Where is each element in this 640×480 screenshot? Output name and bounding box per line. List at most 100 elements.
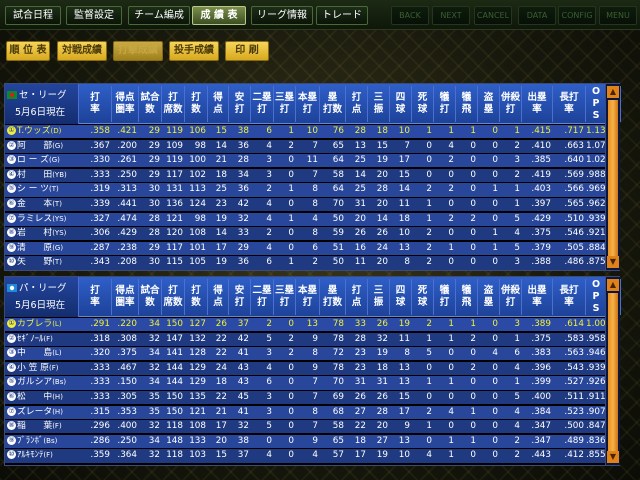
subtab-3[interactable]: 投手成績	[169, 41, 219, 61]
tab-9[interactable]: DATA	[518, 6, 556, 25]
column-header[interactable]: 犠飛	[456, 86, 478, 122]
scroll-thumb[interactable]	[608, 100, 618, 256]
tab-6[interactable]: BACK	[391, 6, 429, 25]
table-row[interactable]: ⑦ ズレータ(H) .315.353 35 150 121 21 41 3 0 8 68 27 28 17 2…	[5, 405, 619, 419]
column-header[interactable]: 得点	[208, 279, 229, 315]
tab-3[interactable]: 成 績 表	[192, 6, 246, 25]
subtab-4[interactable]: 印 刷	[225, 41, 269, 61]
table-row[interactable]: ⑧岩 村(YS) .306.429 28 120 108 14 33 2 0 8 59 26 26 10 2…	[5, 227, 619, 241]
column-header[interactable]: 安打	[229, 279, 251, 315]
tab-1[interactable]: 監督設定	[66, 6, 122, 25]
column-header[interactable]: 犠打	[434, 279, 456, 315]
column-header[interactable]: 試合数	[139, 279, 162, 315]
column-header[interactable]: 得点 圏率	[112, 279, 139, 315]
table-row[interactable]: ⑤シ ー ツ(T) .319 .313 30 131 113 25 36 2 1 8 64 25 28 14…	[5, 183, 619, 197]
column-header[interactable]: 塁打数	[320, 86, 346, 122]
column-header[interactable]: OPS	[586, 86, 607, 122]
column-header[interactable]: 打点	[346, 279, 368, 315]
stat-cell: 147	[166, 333, 183, 344]
tab-2[interactable]: チーム編成	[128, 6, 190, 25]
column-header[interactable]: 塁打数	[320, 279, 346, 315]
subtab-0[interactable]: 順 位 表	[6, 41, 50, 61]
down-arrow-icon[interactable]: ▼	[607, 256, 619, 268]
subtab-2[interactable]: 打撃成績	[113, 41, 163, 61]
column-header[interactable]: 打数	[185, 86, 208, 122]
column-header[interactable]: 死球	[412, 279, 434, 315]
column-header[interactable]: 四球	[390, 279, 412, 315]
column-header[interactable]: 打席数	[162, 86, 185, 122]
stat-cell: 0	[492, 377, 498, 388]
table-row[interactable]: ⑩矢 野(T) .343.208 30 115 105 19 36 6 1 2 50 11 20 8 2 0 0…	[5, 256, 619, 270]
up-arrow-icon[interactable]: ▲	[607, 279, 619, 291]
stat-cell: 109	[166, 140, 183, 151]
column-header-text: 出塁	[527, 92, 547, 103]
table-row[interactable]: ⑧稲 葉(F) .296 .400 32 118 108 17 32 5 0 7 58 22 20 9 1 0 0…	[5, 420, 619, 434]
column-header[interactable]: 三塁打	[274, 86, 296, 122]
tab-5[interactable]: トレード	[316, 6, 368, 25]
column-header[interactable]: 安打	[229, 86, 251, 122]
table-row[interactable]: ① カブレラ(L) .291.220 34 150 127 26 37 2 0 13 78 33 26 19…	[5, 318, 619, 332]
stat-cell: 1	[514, 199, 520, 209]
stat-cell: 35	[148, 392, 160, 402]
scroll-thumb[interactable]	[608, 293, 618, 451]
table-row[interactable]: ⑩ ｱﾙｷﾓﾝﾃ(F) .359 .364 32 118 103 15 37 4 0 4 57 17 19 1…	[5, 449, 619, 463]
column-header[interactable]: 二塁打	[251, 279, 274, 315]
table-row[interactable]: ③中 島(L) .320 .375 34 141 128 22 41 3 2 8 72 23 19 8 5 0 0…	[5, 347, 619, 361]
table-row[interactable]: ③ロ ー ズ(G) .330 .261 29 119 100 21 28 3 0 11 64 25 19 1…	[5, 154, 619, 168]
column-header[interactable]: 三塁打	[274, 279, 296, 315]
column-header[interactable]: 併殺打	[500, 279, 522, 315]
column-header[interactable]: 打席数	[162, 279, 185, 315]
column-header-text: 三	[373, 285, 384, 296]
tab-8[interactable]: CANCEL	[474, 6, 512, 25]
column-header[interactable]: 打点	[346, 86, 368, 122]
column-header[interactable]: 犠飛	[456, 279, 478, 315]
column-header[interactable]: 死球	[412, 86, 434, 122]
stat-cell: 4	[266, 213, 272, 224]
column-header[interactable]: 二塁打	[251, 86, 274, 122]
column-header[interactable]: 本塁打	[296, 86, 320, 122]
stat-cell: .884	[586, 242, 606, 253]
column-header[interactable]: OPS	[586, 279, 607, 315]
tab-4[interactable]: リーグ情報	[251, 6, 313, 25]
table-row[interactable]: ⑥金 本(T) .339.441 30 136 124 23 42 4 0 8 70 31 20 11 1 0…	[5, 198, 619, 212]
tab-11[interactable]: MENU	[599, 6, 637, 25]
column-header[interactable]: 犠打	[434, 86, 456, 122]
column-header[interactable]: 打率	[79, 86, 112, 122]
table-row[interactable]: ① T.ウッズ(D) .358.421 29 119 106 15 38 6 1 10 76 28 18 1…	[5, 125, 619, 139]
column-header-text: 打	[351, 285, 362, 296]
table-row[interactable]: ④村 田(YB) .333.250 29 117 102 18 34 3 0 7 58 14 20 15 0…	[5, 168, 619, 182]
table-row[interactable]: ⑨ ﾌﾞﾗﾝﾎﾞ(Bs) .286.250 34 148 133 20 38 0 0 9 65 18 27…	[5, 434, 619, 448]
column-header[interactable]: 本塁打	[296, 279, 320, 315]
table-row[interactable]: ②阿 部(G) .367 .200 29 109 98 14 36 4 2 7 65 13 15 7 0 4 0 0…	[5, 139, 619, 153]
table-row[interactable]: ④小 笠 原(F) .333.467 32 144 129 24 43 4 0 9 78 23 18 13…	[5, 361, 619, 375]
column-header[interactable]: 出塁率	[522, 86, 553, 122]
column-header[interactable]: 長打率	[553, 279, 586, 315]
scrollbar[interactable]: ▲ ▼	[605, 277, 620, 465]
column-header[interactable]: 長打率	[553, 86, 586, 122]
table-row[interactable]: ⑥松 中(H) .333.305 35 150 135 22 45 3 0 7 69 26 26 15 0 0…	[5, 391, 619, 405]
column-header[interactable]: 四球	[390, 86, 412, 122]
up-arrow-icon[interactable]: ▲	[607, 86, 619, 98]
tab-7[interactable]: NEXT	[432, 6, 470, 25]
tab-0[interactable]: 試合日程	[5, 6, 61, 25]
down-arrow-icon[interactable]: ▼	[607, 451, 619, 463]
table-row[interactable]: ⑤ ガルシア(Bs) .333 .150 34 144 129 18 43 6 0 7 70 31 31 13…	[5, 376, 619, 390]
column-header[interactable]: 打数	[185, 279, 208, 315]
column-header[interactable]: 三振	[368, 86, 390, 122]
table-row[interactable]: ② ｾｷﾞﾉｰﾙ(F) .318 .308 32 147 132 22 42 5 2 9 78 28 32 1…	[5, 332, 619, 346]
column-header[interactable]: 盗塁	[478, 279, 500, 315]
stat-cell: 34	[148, 435, 160, 446]
column-header[interactable]: 試合数	[139, 86, 162, 122]
column-header[interactable]: 得点 圏率	[112, 86, 139, 122]
column-header[interactable]: 得点	[208, 86, 229, 122]
table-row[interactable]: ⑦ ラミレス(YS) .327.474 28 121 98 19 32 4 1 4 50 20 14 18 1…	[5, 212, 619, 226]
scrollbar[interactable]: ▲ ▼	[605, 84, 620, 270]
column-header[interactable]: 三振	[368, 279, 390, 315]
column-header[interactable]: 出塁率	[522, 279, 553, 315]
column-header[interactable]: 盗塁	[478, 86, 500, 122]
tab-10[interactable]: CONFIG	[558, 6, 596, 25]
table-row[interactable]: ⑨清 原(G) .287.238 29 117 101 17 29 4 0 6 51 16 24 13 2 1…	[5, 241, 619, 255]
column-header[interactable]: 併殺打	[500, 86, 522, 122]
column-header[interactable]: 打率	[79, 279, 112, 315]
subtab-1[interactable]: 対戦成績	[57, 41, 107, 61]
